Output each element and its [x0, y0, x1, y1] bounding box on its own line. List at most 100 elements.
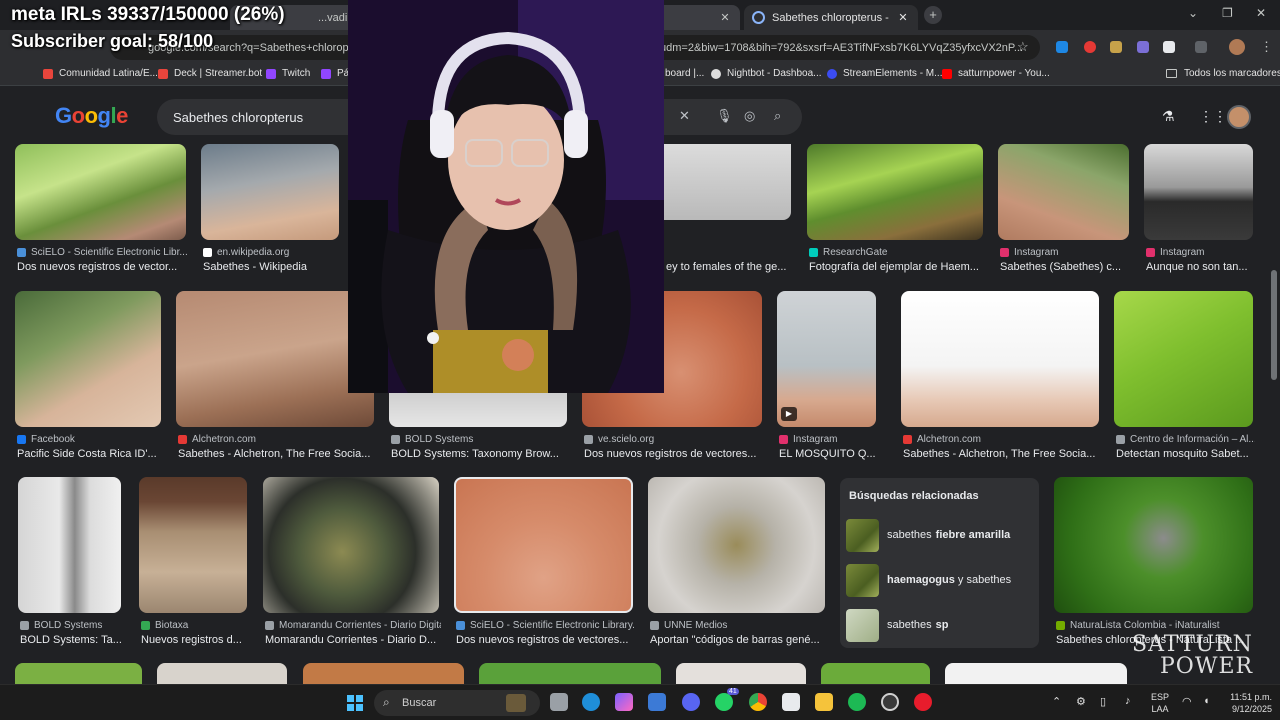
image-result[interactable]: Alchetron.com Sabethes - Alchetron, The … [176, 291, 374, 461]
result-caption[interactable]: Sabethes (Sabethes) c... [1000, 261, 1131, 273]
image-result[interactable]: Instagram Sabethes (Sabethes) c... [998, 144, 1129, 274]
bookmark-star-icon[interactable]: ☆ [1017, 39, 1029, 55]
result-caption[interactable]: Aportan "códigos de barras gené... [650, 634, 827, 646]
result-thumbnail[interactable] [901, 291, 1099, 427]
avatar[interactable] [1227, 105, 1251, 129]
result-thumbnail[interactable] [1054, 477, 1253, 613]
bookmark-item[interactable]: satturnpower - You... [942, 68, 1050, 79]
bookmark-item[interactable]: Deck | Streamer.bot [158, 68, 262, 79]
result-thumbnail[interactable] [1144, 144, 1253, 240]
result-caption[interactable]: Dos nuevos registros de vectores... [584, 448, 764, 460]
result-thumbnail[interactable] [15, 663, 142, 684]
result-caption[interactable]: Detectan mosquito Sabet... [1116, 448, 1255, 460]
taskbar-clock[interactable]: 11:51 p.m. 9/12/2025 [1226, 691, 1272, 715]
bookmark-item[interactable]: Nightbot - Dashboa... [711, 68, 822, 79]
clear-icon[interactable]: ✕ [679, 108, 690, 124]
image-result[interactable]: BOLD Systems BOLD Systems: Ta... [18, 477, 122, 647]
extension-icon[interactable] [1056, 41, 1068, 53]
result-caption[interactable]: Momarandu Corrientes - Diario D... [265, 634, 441, 646]
task-view-icon[interactable] [550, 693, 568, 711]
result-caption[interactable]: Sabethes - Alchetron, The Free Socia... [178, 448, 376, 460]
extension-icon[interactable] [1163, 41, 1175, 53]
result-thumbnail[interactable] [479, 663, 661, 684]
result-caption[interactable]: Aunque no son tan... [1146, 261, 1255, 273]
apps-grid-icon[interactable]: ⋮⋮ [1199, 108, 1227, 125]
close-icon[interactable]: ✕ [896, 11, 910, 24]
input-language[interactable]: ESP LAA [1151, 691, 1169, 715]
result-thumbnail[interactable] [998, 144, 1129, 240]
tray-app-icon[interactable]: ♪ [1125, 695, 1131, 707]
image-result[interactable]: SciELO - Scientific Electronic Libr... D… [15, 144, 188, 274]
profile-icon[interactable] [1229, 39, 1245, 55]
close-icon[interactable]: ✕ [718, 11, 732, 24]
image-result[interactable]: Biotaxa Nuevos registros d... [139, 477, 247, 647]
result-thumbnail[interactable] [157, 663, 287, 684]
result-caption[interactable]: Pacific Side Costa Rica ID'... [17, 448, 163, 460]
result-thumbnail[interactable] [807, 144, 983, 240]
discord-icon[interactable] [682, 693, 700, 711]
result-thumbnail[interactable]: ▶ [777, 291, 876, 427]
result-thumbnail[interactable] [945, 663, 1127, 684]
result-thumbnail[interactable] [454, 477, 633, 613]
tray-app-icon[interactable]: ▯ [1100, 695, 1106, 708]
copilot-icon[interactable] [615, 693, 633, 711]
restore-icon[interactable]: ❐ [1222, 6, 1233, 20]
page-scrollbar[interactable] [1271, 270, 1277, 380]
result-thumbnail[interactable] [176, 291, 374, 427]
result-caption[interactable]: BOLD Systems: Taxonomy Brow... [391, 448, 569, 460]
related-search-item[interactable]: sabethes sp [846, 608, 1034, 642]
app-icon[interactable] [914, 693, 932, 711]
play-video-icon[interactable]: ▶ [781, 407, 797, 421]
result-thumbnail[interactable] [389, 393, 567, 427]
close-window-icon[interactable]: ✕ [1256, 6, 1266, 20]
image-result[interactable]: SciELO - Scientific Electronic Library..… [454, 477, 635, 647]
result-thumbnail[interactable] [303, 663, 464, 684]
microphone-icon[interactable]: 🎙 [716, 108, 733, 124]
result-thumbnail[interactable] [676, 663, 806, 684]
edge-icon[interactable] [582, 693, 600, 711]
related-search-item[interactable]: sabethes fiebre amarilla [846, 518, 1034, 552]
new-tab-icon[interactable]: + [924, 6, 942, 24]
labs-flask-icon[interactable]: ⚗ [1162, 108, 1175, 125]
whatsapp-icon[interactable] [715, 693, 733, 711]
tab-active[interactable]: Sabethes chloropterus - Buscar ✕ [744, 5, 918, 30]
bookmark-item[interactable]: board |... [665, 68, 704, 79]
lens-camera-icon[interactable]: ◎ [744, 108, 755, 124]
google-logo[interactable]: Google [55, 103, 128, 129]
related-search-item[interactable]: haemagogus y sabethes [846, 563, 1034, 597]
result-caption[interactable]: Dos nuevos registros de vector... [17, 261, 188, 273]
result-thumbnail[interactable] [15, 144, 186, 240]
menu-kebab-icon[interactable]: ⋮ [1260, 39, 1273, 55]
extension-icon[interactable] [1110, 41, 1122, 53]
chrome-icon[interactable] [749, 693, 767, 711]
extension-icon[interactable] [1137, 41, 1149, 53]
image-result[interactable]: Centro de Información – Al... Detectan m… [1114, 291, 1255, 461]
image-result[interactable]: Momarandu Corrientes - Diario Digital Mo… [263, 477, 441, 647]
spotify-icon[interactable] [848, 693, 866, 711]
image-result[interactable]: Instagram Aunque no son tan... [1144, 144, 1253, 274]
all-bookmarks-folder[interactable]: Todos los marcadores [1166, 68, 1280, 79]
bookmark-item[interactable]: Comunidad Latina/E... [43, 68, 158, 79]
image-result[interactable]: Alchetron.com Sabethes - Alchetron, The … [901, 291, 1099, 461]
result-caption[interactable]: Fotografía del ejemplar de Haem... [809, 261, 985, 273]
result-caption[interactable]: ey to females of the ge... [666, 261, 793, 273]
result-thumbnail[interactable] [664, 144, 791, 220]
result-thumbnail[interactable] [18, 477, 121, 613]
image-result[interactable]: ResearchGate Fotografía del ejemplar de … [807, 144, 983, 274]
result-thumbnail[interactable] [15, 291, 161, 427]
wifi-icon[interactable]: ◠ [1182, 695, 1192, 708]
taskbar-search[interactable]: ⌕ Buscar [374, 690, 540, 716]
image-result[interactable]: ▶ Instagram EL MOSQUITO Q... [777, 291, 876, 461]
result-caption[interactable]: Dos nuevos registros de vectores... [456, 634, 635, 646]
extensions-puzzle-icon[interactable] [1195, 41, 1207, 53]
result-caption[interactable]: Sabethes - Wikipedia [203, 261, 341, 273]
image-result[interactable]: UNNE Medios Aportan "códigos de barras g… [648, 477, 825, 647]
image-result[interactable]: NaturaLista Colombia - iNaturalist Sabet… [1054, 477, 1253, 647]
obs-icon[interactable] [881, 693, 899, 711]
extension-icon[interactable] [1084, 41, 1096, 53]
result-thumbnail[interactable] [201, 144, 339, 240]
bookmark-item[interactable]: Twitch [266, 68, 310, 79]
windows-start-icon[interactable] [347, 695, 363, 711]
result-thumbnail[interactable] [648, 477, 825, 613]
result-caption[interactable]: EL MOSQUITO Q... [779, 448, 878, 460]
